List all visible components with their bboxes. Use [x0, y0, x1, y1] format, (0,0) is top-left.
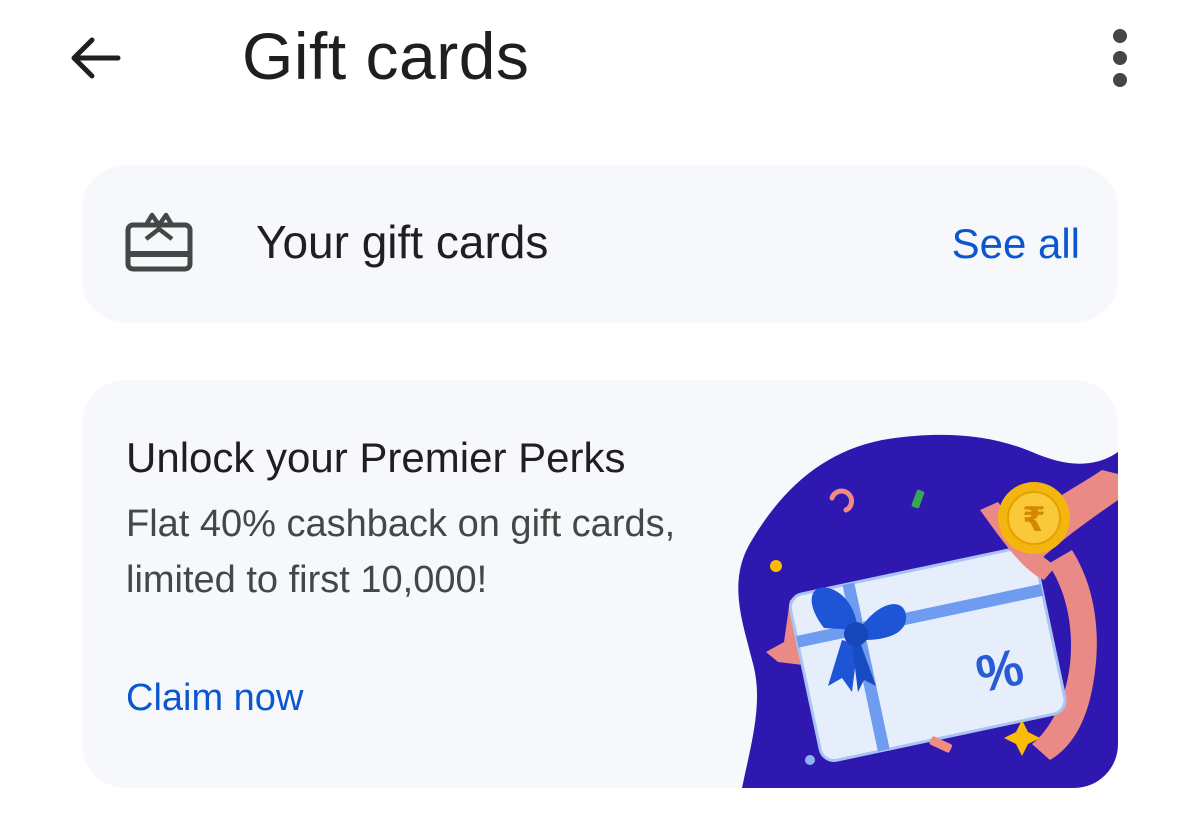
your-gift-cards-label: Your gift cards — [256, 216, 549, 268]
page-title: Gift cards — [242, 19, 530, 93]
promo-title: Unlock your Premier Perks — [126, 434, 626, 481]
premier-perks-promo-card[interactable]: Unlock your Premier Perks Flat 40% cashb… — [82, 380, 1118, 788]
gift-card-icon — [125, 212, 193, 272]
more-vert-icon — [1113, 29, 1127, 43]
more-vert-icon-dot — [1113, 51, 1127, 65]
claim-now-link[interactable]: Claim now — [126, 670, 303, 726]
arrow-back-icon — [71, 37, 121, 79]
svg-text:₹: ₹ — [1022, 500, 1046, 540]
your-gift-cards-row[interactable]: Your gift cards See all — [82, 165, 1118, 323]
more-vert-icon-dot — [1113, 73, 1127, 87]
back-button[interactable] — [58, 26, 130, 90]
see-all-link[interactable]: See all — [952, 215, 1080, 273]
promo-description: Flat 40% cashback on gift cards, limited… — [126, 503, 676, 601]
gift-cards-screen: Gift cards Your gift cards See all Unloc… — [0, 0, 1200, 816]
confetti-blue-dot-icon — [805, 755, 815, 765]
confetti-dot-icon — [770, 560, 782, 572]
rupee-coin-icon: ₹ — [998, 482, 1070, 554]
gift-card-illustration: % ₹ — [738, 434, 1118, 788]
more-options-button[interactable] — [1096, 20, 1144, 96]
